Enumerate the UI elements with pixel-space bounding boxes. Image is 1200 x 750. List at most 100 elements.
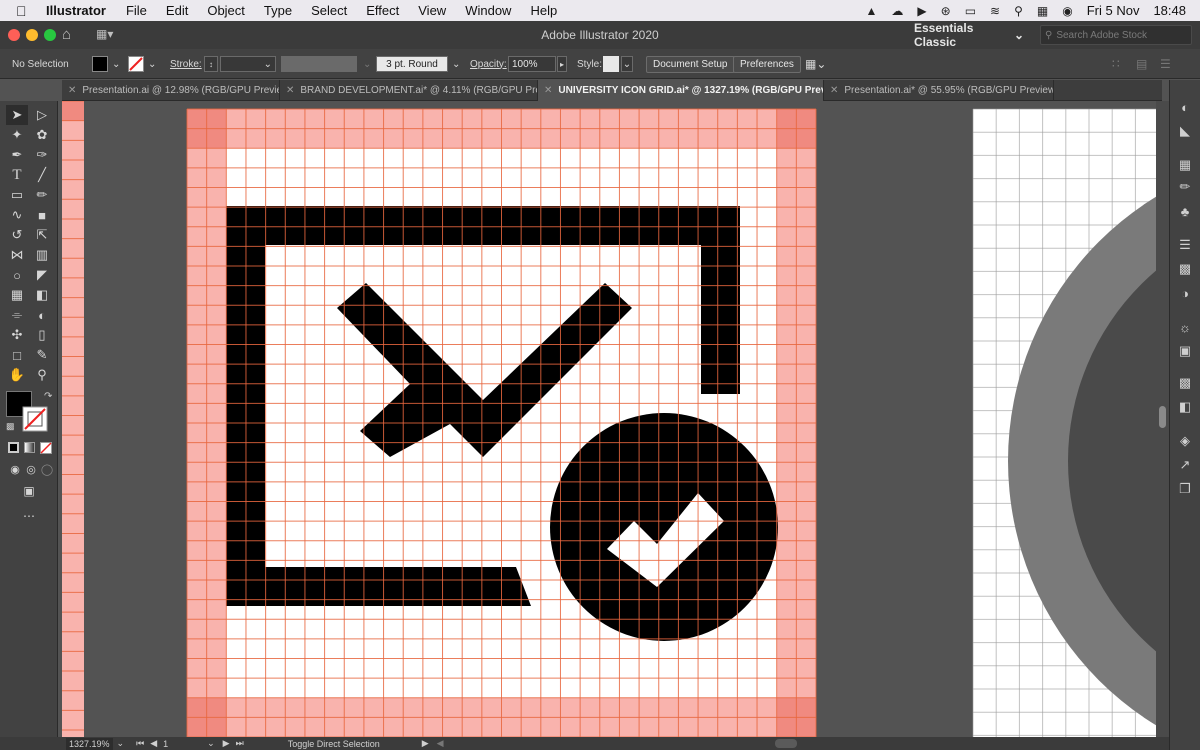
previous-artboard-icon[interactable]: ◀ <box>150 738 157 749</box>
paintbrush-tool-icon[interactable]: ✏ <box>31 185 53 205</box>
close-tab-icon[interactable]: ✕ <box>544 85 552 96</box>
selection-tool-icon[interactable]: ➤ <box>6 105 28 125</box>
type-tool-icon[interactable]: T <box>6 165 28 185</box>
apple-icon[interactable]:  <box>16 3 32 19</box>
opacity-field[interactable]: 100% ▸ <box>508 55 567 73</box>
rectangle-tool-icon[interactable]: ▭ <box>6 185 28 205</box>
stock-search-field[interactable]: ⚲ Search Adobe Stock <box>1040 25 1192 45</box>
width-tool-icon[interactable]: ⋈ <box>6 245 28 265</box>
document-setup-button[interactable]: Document Setup <box>646 55 735 73</box>
app-menu[interactable]: Illustrator <box>46 3 106 18</box>
scroll-left-icon[interactable]: ◀ <box>437 738 444 749</box>
tab-presentation-2[interactable]: ✕ Presentation.ai* @ 55.95% (RGB/GPU Prev… <box>824 80 1054 101</box>
menu-select[interactable]: Select <box>311 3 347 18</box>
swap-fill-stroke-icon[interactable]: ↷ <box>44 391 52 402</box>
transparency-icon[interactable]: ◑ <box>1175 284 1195 302</box>
battery-icon[interactable]: ▭ <box>965 4 976 18</box>
stroke-panel-icon[interactable]: ☰ <box>1175 236 1195 254</box>
stroke-weight-stepper[interactable]: ↕ ⌄ <box>204 55 276 73</box>
mesh-tool-icon[interactable]: ▦ <box>6 285 28 305</box>
opacity-label[interactable]: Opacity: <box>470 55 507 73</box>
preferences-button[interactable]: Preferences <box>733 55 801 73</box>
chevron-down-icon[interactable]: ⌄ <box>117 738 125 749</box>
edit-toolbar-icon[interactable]: ⋯ <box>18 506 40 526</box>
chevron-down-icon[interactable]: ⌄ <box>207 738 215 749</box>
close-tab-icon[interactable]: ✕ <box>68 85 76 96</box>
symbols-icon[interactable]: ♣ <box>1175 202 1195 220</box>
opacity-input[interactable]: 100% <box>508 56 556 72</box>
stroke-swatch[interactable]: ⌄ <box>128 55 156 73</box>
stroke-label[interactable]: Stroke: <box>170 55 202 73</box>
stepper-arrows-icon[interactable]: ↕ <box>204 56 218 72</box>
menu-object[interactable]: Object <box>207 3 245 18</box>
shape-builder-tool-icon[interactable]: ○ <box>6 265 28 285</box>
artboard-number[interactable]: 1 <box>163 739 207 749</box>
color-panel-icon[interactable]: ◐ <box>1175 98 1195 116</box>
brush-definition[interactable]: 3 pt. Round ⌄ <box>376 55 460 73</box>
panel-menu-icon[interactable]: ∷ <box>1112 55 1120 73</box>
artboard-tool-icon[interactable]: □ <box>6 345 28 365</box>
zoom-tool-icon[interactable]: ⚲ <box>31 365 53 385</box>
chevron-right-icon[interactable]: ▸ <box>557 56 567 72</box>
shaper-tool-icon[interactable]: ∿ <box>6 205 28 225</box>
menu-type[interactable]: Type <box>264 3 292 18</box>
horizontal-scroll-thumb[interactable] <box>775 739 797 748</box>
column-graph-tool-icon[interactable]: ▯ <box>31 325 53 345</box>
gradient-mode-icon[interactable] <box>24 442 35 453</box>
none-mode-icon[interactable] <box>40 442 52 454</box>
close-tab-icon[interactable]: ✕ <box>286 85 294 96</box>
first-artboard-icon[interactable]: ⏮ <box>136 738 144 749</box>
scale-tool-icon[interactable]: ⇱ <box>31 225 53 245</box>
fill-swatch[interactable]: ⌄ <box>92 55 120 73</box>
workspace-switcher[interactable]: Essentials Classic ⌄ <box>908 21 1030 49</box>
vertical-scrollbar[interactable] <box>1156 101 1169 737</box>
graphic-styles-icon[interactable]: ▣ <box>1175 342 1195 360</box>
vlc-icon[interactable]: ▲ <box>866 4 878 18</box>
creative-cloud-icon[interactable]: ☁ <box>891 4 903 18</box>
menu-edit[interactable]: Edit <box>166 3 188 18</box>
bluetooth-icon[interactable]: ⊛ <box>941 4 951 18</box>
menubar-date[interactable]: Fri 5 Nov <box>1087 3 1140 18</box>
tab-brand-development[interactable]: ✕ BRAND DEVELOPMENT.ai* @ 4.11% (RGB/GPU … <box>280 80 538 101</box>
siri-icon[interactable]: ◉ <box>1062 4 1072 18</box>
line-tool-icon[interactable]: ╱ <box>31 165 53 185</box>
menu-window[interactable]: Window <box>465 3 511 18</box>
blend-tool-icon[interactable]: ◐ <box>31 305 53 325</box>
magic-wand-tool-icon[interactable]: ✦ <box>6 125 28 145</box>
export-icon[interactable]: ↗ <box>1175 456 1195 474</box>
stroke-color-icon[interactable] <box>22 406 48 432</box>
more-icon[interactable]: ☰ <box>1160 55 1171 73</box>
last-artboard-icon[interactable]: ⏭ <box>236 738 244 749</box>
menu-help[interactable]: Help <box>530 3 557 18</box>
3d-icon[interactable]: ▩ <box>1175 374 1195 392</box>
appearance-icon[interactable]: ☼ <box>1175 318 1195 336</box>
variable-width-profile[interactable]: ⌄ <box>281 55 371 73</box>
eyedropper-tool-icon[interactable]: ⌯ <box>6 305 28 325</box>
tab-presentation[interactable]: ✕ Presentation.ai @ 12.98% (RGB/GPU Previ… <box>62 80 280 101</box>
next-artboard-icon[interactable]: ▶ <box>223 738 230 749</box>
menubar-time[interactable]: 18:48 <box>1153 3 1186 18</box>
slice-tool-icon[interactable]: ✎ <box>31 345 53 365</box>
align-options-icon[interactable]: ▤ <box>1136 55 1147 73</box>
menu-view[interactable]: View <box>418 3 446 18</box>
free-transform-tool-icon[interactable]: ▥ <box>31 245 53 265</box>
perspective-grid-tool-icon[interactable]: ◤ <box>31 265 53 285</box>
symbol-sprayer-tool-icon[interactable]: ✣ <box>6 325 28 345</box>
rotate-tool-icon[interactable]: ↺ <box>6 225 28 245</box>
color-guide-icon[interactable]: ◣ <box>1175 122 1195 140</box>
direct-selection-tool-icon[interactable]: ▷ <box>31 105 53 125</box>
close-tab-icon[interactable]: ✕ <box>830 85 838 96</box>
change-screen-mode-icon[interactable]: ▣ <box>18 481 40 501</box>
layers-icon[interactable]: ◈ <box>1175 432 1195 450</box>
play-icon[interactable]: ▶ <box>917 4 926 18</box>
pen-tool-icon[interactable]: ✒ <box>6 145 28 165</box>
status-menu-icon[interactable]: ▶ <box>422 738 429 749</box>
draw-inside-icon[interactable]: ◯ <box>36 459 58 479</box>
eraser-tool-icon[interactable]: ■ <box>31 205 53 225</box>
zoom-level[interactable]: 1327.19% <box>66 737 113 750</box>
gradient-panel-icon[interactable]: ▩ <box>1175 260 1195 278</box>
wifi-icon[interactable]: ≋ <box>990 4 1000 18</box>
swatches-icon[interactable]: ▦ <box>1175 156 1195 174</box>
default-colors-icon[interactable]: ▩ <box>6 421 15 432</box>
graphic-style-picker[interactable]: ⌄ <box>603 55 633 73</box>
